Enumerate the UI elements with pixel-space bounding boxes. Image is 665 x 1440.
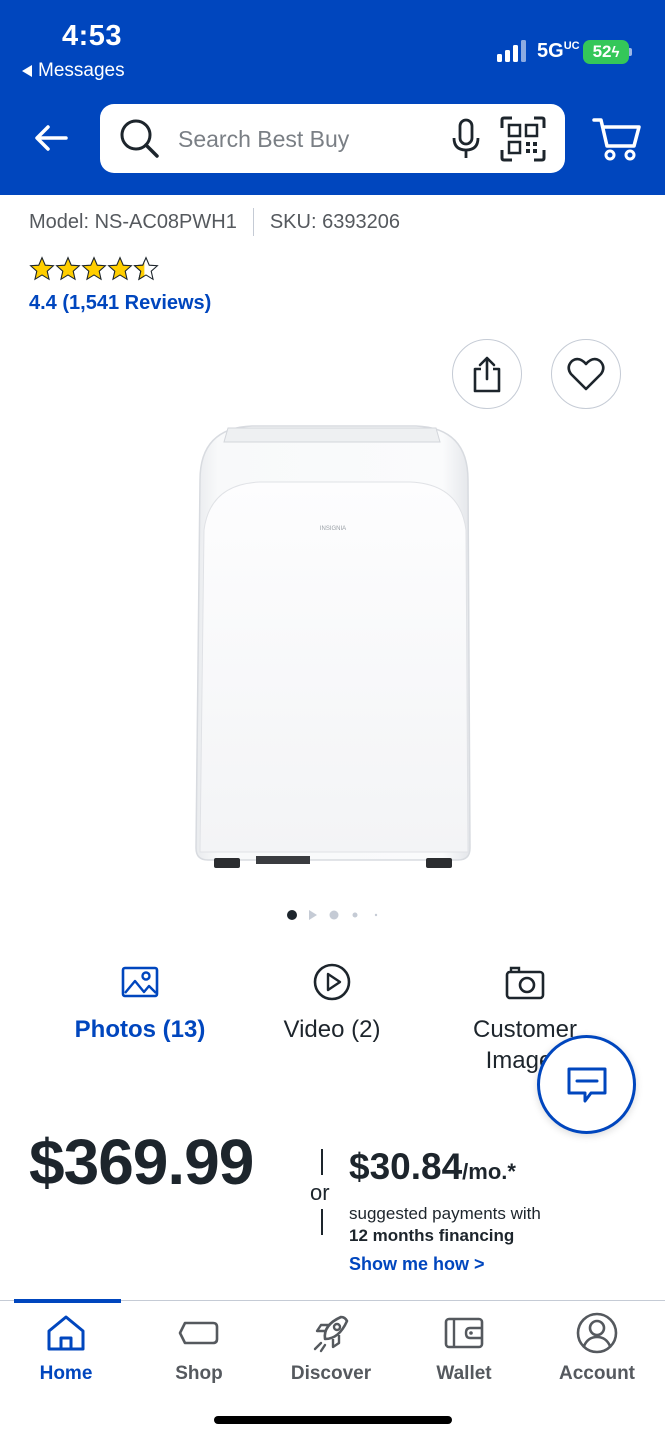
home-icon bbox=[47, 1315, 85, 1351]
or-divider-top bbox=[321, 1149, 323, 1175]
chat-icon bbox=[567, 1067, 606, 1102]
battery-indicator: 52 ϟ bbox=[583, 40, 629, 64]
product-price: $369.99 bbox=[29, 1126, 254, 1198]
tab-home[interactable]: Home bbox=[6, 1311, 126, 1385]
chat-button[interactable] bbox=[537, 1035, 636, 1134]
product-image[interactable]: INSIGNIA bbox=[190, 420, 475, 875]
active-tab-indicator bbox=[14, 1299, 121, 1303]
image-carousel-dots[interactable] bbox=[286, 908, 386, 922]
battery-tip bbox=[629, 48, 632, 56]
rating-stars[interactable] bbox=[29, 256, 159, 282]
model-sku-line: Model: NS-AC08PWH1 SKU: 6393206 bbox=[29, 208, 400, 236]
tab-home-label: Home bbox=[39, 1363, 93, 1384]
search-bar[interactable]: Search Best Buy bbox=[100, 104, 565, 173]
search-input[interactable]: Search Best Buy bbox=[178, 126, 349, 153]
qr-code-icon[interactable] bbox=[500, 116, 546, 162]
network-type: 5GUC bbox=[537, 40, 580, 62]
favorite-button[interactable] bbox=[551, 339, 621, 409]
mic-icon[interactable] bbox=[450, 118, 482, 160]
tab-account-label: Account bbox=[559, 1363, 635, 1384]
status-time: 4:53 bbox=[62, 20, 123, 52]
tag-icon bbox=[178, 1321, 219, 1345]
photos-link[interactable]: Photos (13) bbox=[40, 962, 240, 1045]
heart-icon bbox=[567, 357, 605, 391]
search-icon bbox=[120, 119, 159, 158]
account-icon bbox=[576, 1312, 618, 1354]
tab-shop-label: Shop bbox=[175, 1363, 223, 1384]
video-link[interactable]: Video (2) bbox=[232, 962, 432, 1045]
camera-icon bbox=[505, 966, 545, 1000]
rocket-icon bbox=[313, 1315, 349, 1353]
cart-icon[interactable] bbox=[592, 116, 642, 162]
photos-label: Photos (13) bbox=[74, 1016, 206, 1043]
or-label: or bbox=[310, 1180, 330, 1205]
star-full-icon bbox=[107, 256, 133, 281]
star-full-icon bbox=[81, 256, 107, 281]
tab-wallet[interactable]: Wallet bbox=[404, 1311, 524, 1385]
share-icon bbox=[473, 356, 501, 393]
home-indicator[interactable] bbox=[214, 1416, 452, 1424]
or-divider-bottom bbox=[321, 1209, 323, 1235]
play-video-icon bbox=[313, 963, 351, 1001]
tab-account[interactable]: Account bbox=[537, 1311, 657, 1385]
svg-text:INSIGNIA: INSIGNIA bbox=[320, 526, 346, 532]
star-partial-icon bbox=[133, 256, 159, 281]
video-label: Video (2) bbox=[283, 1016, 381, 1043]
show-me-how-link[interactable]: Show me how > bbox=[349, 1254, 485, 1275]
tab-shop[interactable]: Shop bbox=[139, 1311, 259, 1385]
model-divider bbox=[252, 208, 254, 236]
star-full-icon bbox=[29, 256, 55, 281]
back-arrow-icon[interactable] bbox=[30, 118, 70, 158]
financing-text: suggested payments with 12 months financ… bbox=[349, 1204, 541, 1245]
tab-wallet-label: Wallet bbox=[436, 1363, 492, 1384]
tab-discover[interactable]: Discover bbox=[271, 1311, 391, 1385]
back-to-messages[interactable]: Messages bbox=[22, 60, 125, 82]
star-full-icon bbox=[55, 256, 81, 281]
model-number: Model: NS-AC08PWH1 bbox=[29, 210, 237, 233]
photo-icon bbox=[121, 966, 159, 998]
top-bar: 4:53 Messages 5GUC 52 ϟ Search Best Buy bbox=[0, 0, 665, 195]
tab-discover-label: Discover bbox=[290, 1363, 372, 1384]
sku-number: SKU: 6393206 bbox=[269, 210, 400, 233]
back-triangle-icon bbox=[22, 65, 32, 77]
share-button[interactable] bbox=[452, 339, 522, 409]
rating-reviews-link[interactable]: 4.4 (1,541 Reviews) bbox=[29, 292, 211, 315]
signal-icon bbox=[497, 40, 526, 62]
wallet-icon bbox=[444, 1317, 484, 1349]
back-app-label: Messages bbox=[38, 60, 125, 81]
monthly-price: $30.84/mo.* bbox=[349, 1146, 516, 1187]
